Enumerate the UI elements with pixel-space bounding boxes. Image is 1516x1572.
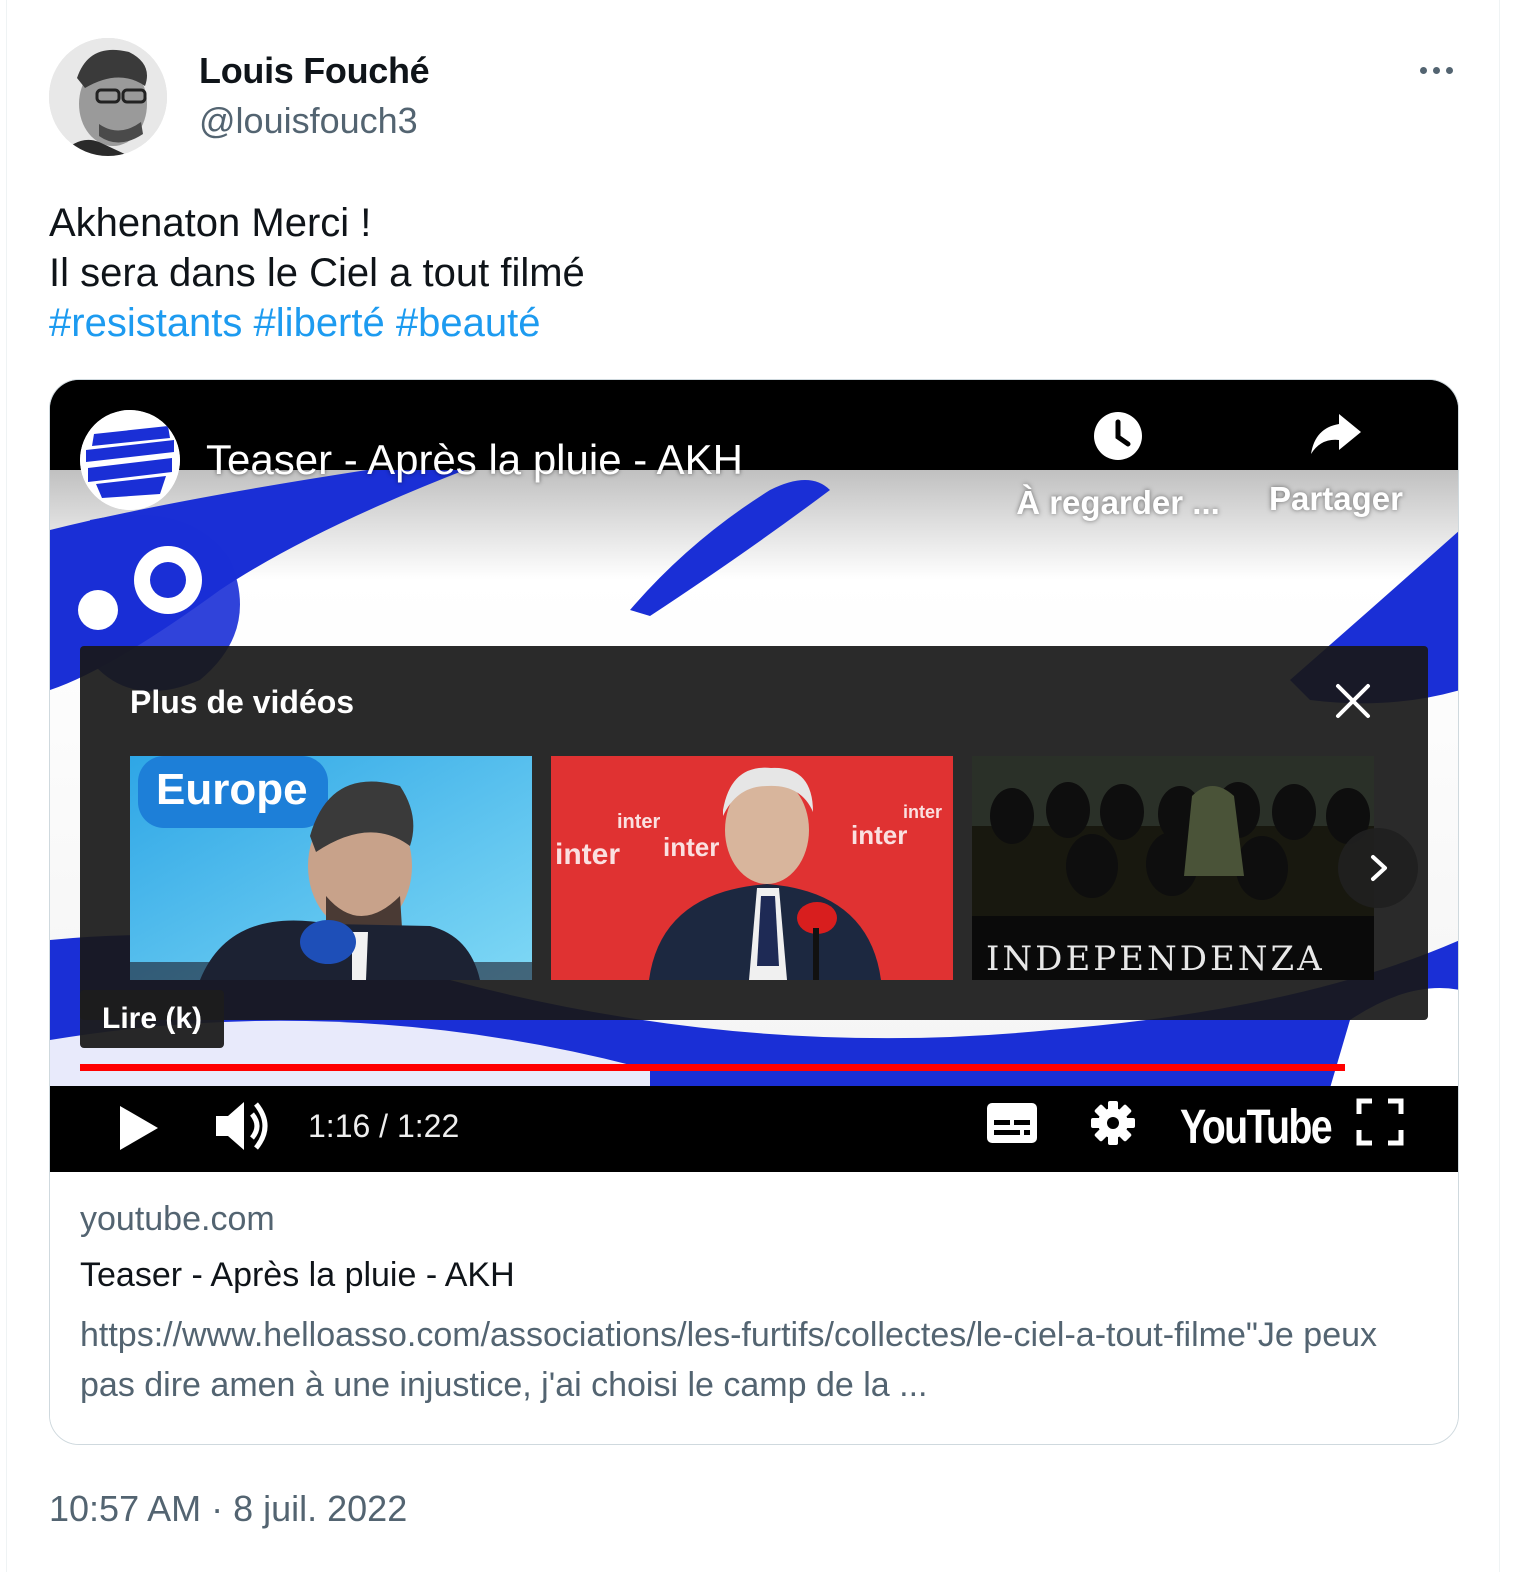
share-arrow-icon: [1311, 414, 1361, 454]
chevron-right-icon: [1371, 855, 1387, 881]
progress-bar[interactable]: [80, 1064, 1430, 1071]
more-options-icon[interactable]: [1411, 50, 1461, 90]
tweet-text: Akhenaton Merci ! Il sera dans le Ciel a…: [49, 198, 585, 348]
author-name[interactable]: Louis Fouché: [199, 50, 430, 92]
svg-text:inter: inter: [663, 832, 719, 862]
card-description: https://www.helloasso.com/associations/l…: [80, 1316, 1378, 1404]
independenza-thumbnail: INDEPENDENZA: [972, 756, 1374, 980]
tweet-line: Il sera dans le Ciel a tout filmé: [49, 251, 585, 295]
svg-text:inter: inter: [903, 802, 942, 822]
le-ciel-a-tout-filme-logo: [80, 410, 180, 510]
subtitles-icon[interactable]: [986, 1102, 1038, 1144]
hashtag-link[interactable]: #beauté: [396, 301, 541, 345]
card-title: Teaser - Après la pluie - AKH: [80, 1256, 515, 1294]
watch-later-label: À regarder ...: [1016, 484, 1220, 521]
settings-gear-icon[interactable]: [1090, 1100, 1136, 1146]
tweet-line: Akhenaton Merci !: [49, 201, 372, 245]
svg-text:inter: inter: [851, 820, 907, 850]
video-title[interactable]: Teaser - Après la pluie - AKH: [206, 436, 743, 484]
hashtag-line: #resistants #liberté #beauté: [49, 298, 585, 348]
youtube-player[interactable]: Teaser - Après la pluie - AKH À regarder…: [50, 380, 1458, 1172]
hashtag-link[interactable]: #resistants: [49, 301, 242, 345]
thumbnail-caption: inter: [555, 838, 620, 871]
volume-icon[interactable]: [214, 1096, 270, 1156]
europe1-thumbnail: Europe: [130, 756, 532, 980]
related-video-thumbnail[interactable]: Europe: [130, 756, 532, 980]
svg-text:inter: inter: [617, 811, 661, 833]
hashtag-link[interactable]: #liberté: [254, 301, 385, 345]
author-avatar[interactable]: [49, 38, 167, 156]
related-video-thumbnail[interactable]: inter inter inter inter inter: [551, 756, 953, 980]
author-handle[interactable]: @louisfouch3: [199, 100, 418, 142]
tweet-timestamp[interactable]: 10:57 AM · 8 juil. 2022: [49, 1488, 407, 1530]
share-button[interactable]: Partager: [1264, 410, 1408, 518]
thumbnail-caption: INDEPENDENZA: [986, 939, 1325, 979]
watch-later-button[interactable]: À regarder ...: [1016, 410, 1220, 522]
france-inter-thumbnail: inter inter inter inter inter: [551, 756, 953, 980]
play-icon[interactable]: [114, 1102, 162, 1154]
share-label: Partager: [1269, 480, 1403, 517]
tweet-article: Louis Fouché @louisfouch3 Akhenaton Merc…: [6, 0, 1500, 1572]
fullscreen-icon[interactable]: [1356, 1098, 1404, 1146]
close-icon[interactable]: [1330, 678, 1376, 724]
related-video-thumbnail[interactable]: INDEPENDENZA: [972, 756, 1374, 980]
card-domain: youtube.com: [80, 1200, 275, 1238]
thumbnail-caption: Europe: [156, 765, 308, 814]
play-tooltip: Lire (k): [80, 990, 225, 1048]
link-card[interactable]: Teaser - Après la pluie - AKH À regarder…: [49, 379, 1459, 1445]
next-videos-button[interactable]: [1338, 828, 1418, 908]
avatar-image: [49, 38, 167, 156]
channel-logo[interactable]: [80, 410, 180, 510]
progress-played: [80, 1064, 1345, 1071]
more-videos-panel: Plus de vidéos Europe inter inter inter …: [80, 646, 1428, 1020]
card-meta[interactable]: youtube.com Teaser - Après la pluie - AK…: [50, 1172, 1458, 1444]
youtube-logo[interactable]: YouTube: [1180, 1100, 1333, 1155]
player-controls: 1:16 / 1:22 YouTube: [50, 1086, 1458, 1172]
clock-icon: [1094, 412, 1142, 460]
more-videos-title: Plus de vidéos: [130, 684, 355, 720]
time-display: 1:16 / 1:22: [308, 1108, 460, 1144]
